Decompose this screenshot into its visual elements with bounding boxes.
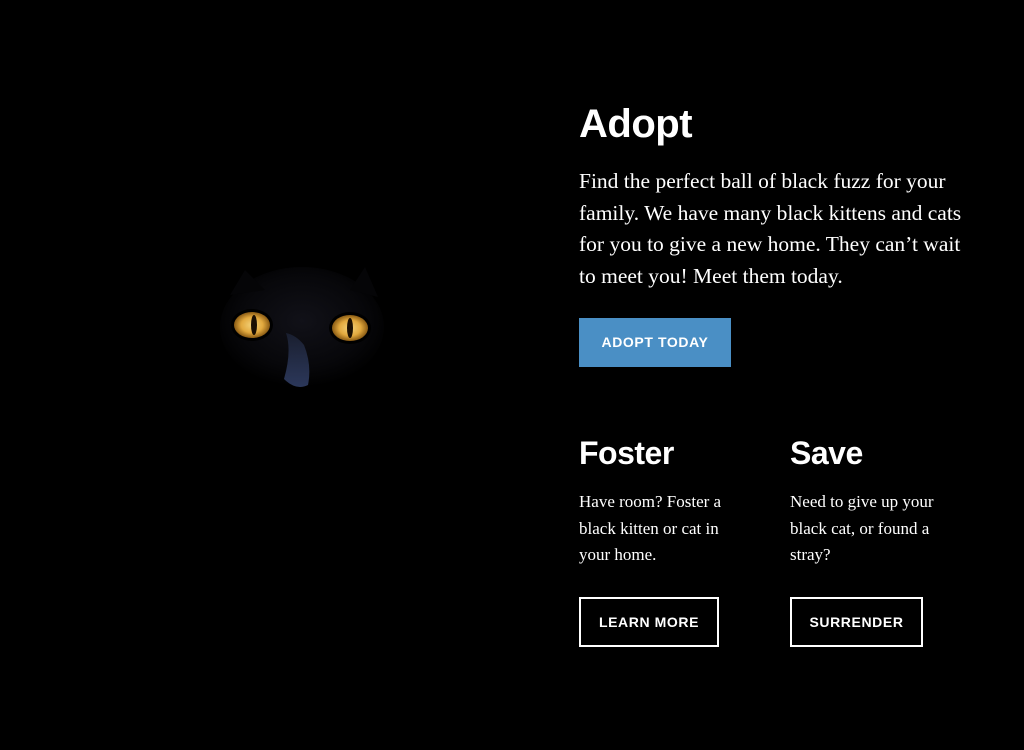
adopt-today-button[interactable]: ADOPT TODAY bbox=[579, 318, 731, 367]
foster-section: Foster Have room? Foster a black kitten … bbox=[579, 433, 769, 647]
save-description: Need to give up your black cat, or found… bbox=[790, 492, 934, 564]
cat-illustration bbox=[220, 267, 384, 387]
page: Adopt Find the perfect ball of black fuz… bbox=[0, 0, 1024, 750]
adopt-title: Adopt bbox=[579, 102, 693, 146]
cat-left-eye bbox=[231, 309, 273, 341]
learn-more-button[interactable]: LEARN MORE bbox=[579, 597, 719, 647]
foster-title: Foster bbox=[579, 435, 674, 471]
foster-description: Have room? Foster a black kitten or cat … bbox=[579, 492, 722, 564]
cat-right-eye bbox=[329, 312, 371, 344]
adopt-section: Adopt Find the perfect ball of black fuz… bbox=[579, 100, 979, 367]
save-title: Save bbox=[790, 435, 863, 471]
surrender-button[interactable]: SURRENDER bbox=[790, 597, 923, 647]
black-cat-image bbox=[200, 255, 400, 415]
save-section: Save Need to give up your black cat, or … bbox=[790, 433, 980, 647]
options-columns: Foster Have room? Foster a black kitten … bbox=[579, 433, 999, 663]
adopt-description: Find the perfect ball of black fuzz for … bbox=[579, 169, 962, 288]
